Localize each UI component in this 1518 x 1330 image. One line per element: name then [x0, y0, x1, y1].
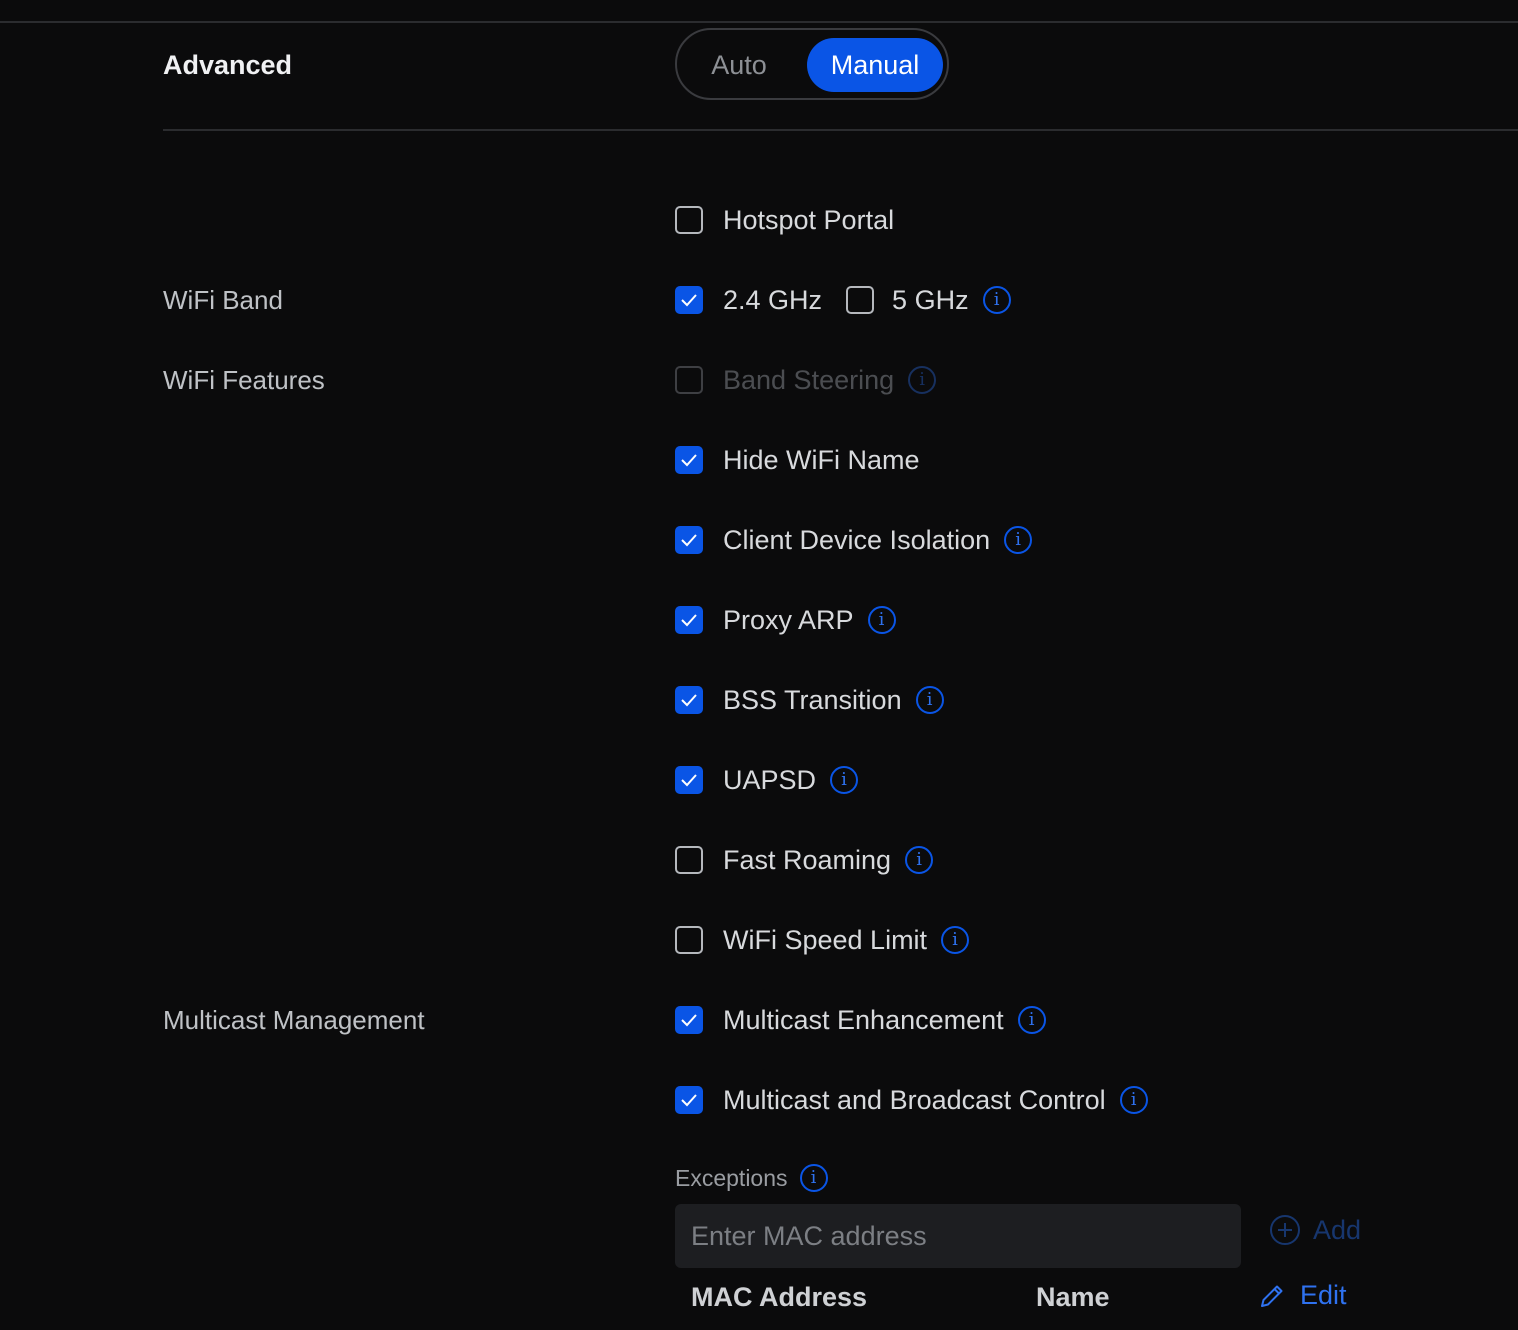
multicast-enhancement-checkbox[interactable]: Multicast Enhancement i: [675, 1000, 1046, 1040]
checkbox-label: Fast Roaming: [723, 844, 892, 875]
checkbox-label: Hide WiFi Name: [723, 444, 920, 475]
checkbox-label: Multicast and Broadcast Control: [723, 1084, 1106, 1115]
client-device-isolation-checkbox[interactable]: Client Device Isolation i: [675, 520, 1033, 560]
checkmark-icon: [681, 534, 697, 547]
info-icon[interactable]: i: [830, 766, 859, 794]
info-icon[interactable]: i: [941, 926, 970, 954]
checkmark-icon: [681, 694, 697, 707]
checkmark-icon: [681, 294, 697, 307]
checkbox-label: Band Steering: [723, 364, 895, 395]
checkbox-box[interactable]: [675, 446, 703, 474]
checkmark-icon: [681, 1014, 697, 1027]
mode-segmented-control[interactable]: Auto Manual: [675, 28, 949, 100]
checkbox-box[interactable]: [675, 766, 703, 794]
pencil-icon: [1261, 1285, 1283, 1307]
band-steering-checkbox: Band Steering i: [675, 360, 937, 400]
column-header-name: Name: [1036, 1282, 1110, 1312]
info-icon: i: [908, 366, 937, 394]
checkbox-label: BSS Transition: [723, 684, 902, 715]
checkbox-label: WiFi Speed Limit: [723, 924, 928, 955]
mac-address-input[interactable]: [675, 1204, 1241, 1268]
bss-transition-checkbox[interactable]: BSS Transition i: [675, 680, 944, 720]
info-icon[interactable]: i: [1017, 1006, 1046, 1034]
info-icon[interactable]: i: [799, 1164, 828, 1192]
checkbox-box: [675, 366, 703, 394]
checkbox-box[interactable]: [675, 526, 703, 554]
wifi-speed-limit-checkbox[interactable]: WiFi Speed Limit i: [675, 920, 970, 960]
wifi-features-label: WiFi Features: [163, 365, 325, 395]
mode-option-auto[interactable]: Auto: [683, 38, 795, 92]
multicast-broadcast-control-checkbox[interactable]: Multicast and Broadcast Control i: [675, 1080, 1148, 1120]
exceptions-label: Exceptions: [675, 1164, 788, 1191]
band-5ghz-checkbox[interactable]: [846, 286, 875, 314]
section-title: Advanced: [163, 50, 293, 80]
mode-option-manual[interactable]: Manual: [807, 38, 943, 92]
checkbox-box[interactable]: [675, 686, 703, 714]
checkbox-box[interactable]: [675, 926, 703, 954]
checkbox-label: Hotspot Portal: [723, 204, 895, 235]
add-mac-button[interactable]: Add: [1269, 1214, 1361, 1246]
section-divider: [163, 129, 1518, 131]
checkmark-icon: [681, 614, 697, 627]
wifi-band-label: WiFi Band: [163, 285, 283, 315]
checkbox-box[interactable]: [675, 1086, 703, 1114]
band-5ghz-label: 5 GHz: [892, 284, 969, 315]
checkmark-icon: [681, 1094, 697, 1107]
checkbox-label: Client Device Isolation: [723, 524, 991, 555]
wifi-band-options: 2.4 GHz 5 GHz i: [675, 280, 1011, 320]
edit-button[interactable]: Edit: [1258, 1280, 1347, 1311]
checkbox-box[interactable]: [675, 606, 703, 634]
exceptions-heading: Exceptions i: [675, 1164, 828, 1192]
checkbox-label: UAPSD: [723, 764, 817, 795]
proxy-arp-checkbox[interactable]: Proxy ARP i: [675, 600, 896, 640]
info-icon[interactable]: i: [1119, 1086, 1148, 1114]
checkbox-box[interactable]: [675, 846, 703, 874]
multicast-management-label: Multicast Management: [163, 1005, 425, 1035]
band-2-4ghz-checkbox[interactable]: [675, 286, 703, 314]
column-header-mac-address: MAC Address: [691, 1282, 868, 1312]
hide-wifi-name-checkbox[interactable]: Hide WiFi Name: [675, 440, 920, 480]
edit-label: Edit: [1300, 1280, 1347, 1310]
plus-circle-icon: [1270, 1215, 1300, 1245]
checkmark-icon: [681, 774, 697, 787]
fast-roaming-checkbox[interactable]: Fast Roaming i: [675, 840, 934, 880]
top-divider: [0, 21, 1518, 23]
info-icon[interactable]: i: [867, 606, 896, 634]
uapsd-checkbox[interactable]: UAPSD i: [675, 760, 859, 800]
checkbox-label: Multicast Enhancement: [723, 1004, 1004, 1035]
info-icon[interactable]: i: [915, 686, 944, 714]
band-2-4ghz-label: 2.4 GHz: [723, 284, 823, 315]
add-label: Add: [1313, 1214, 1362, 1245]
checkbox-box[interactable]: [675, 1006, 703, 1034]
hotspot-portal-checkbox[interactable]: Hotspot Portal: [675, 200, 894, 240]
checkbox-label: Proxy ARP: [723, 604, 854, 635]
info-icon[interactable]: i: [905, 846, 934, 874]
checkmark-icon: [681, 454, 697, 467]
info-icon[interactable]: i: [982, 286, 1011, 314]
info-icon[interactable]: i: [1004, 526, 1033, 554]
checkbox-box[interactable]: [675, 206, 703, 234]
